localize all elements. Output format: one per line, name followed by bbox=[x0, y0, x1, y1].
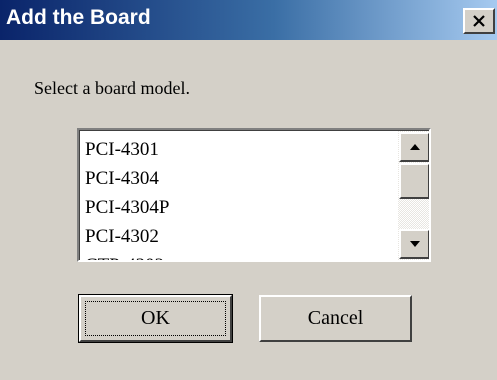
scroll-thumb[interactable] bbox=[399, 163, 429, 199]
close-button[interactable] bbox=[463, 8, 495, 34]
scroll-up-button[interactable] bbox=[399, 132, 429, 162]
select-board-prompt: Select a board model. bbox=[34, 78, 190, 98]
list-item[interactable]: PCI-4304 bbox=[85, 164, 395, 193]
arrow-down-icon bbox=[409, 235, 421, 253]
focus-rectangle bbox=[85, 301, 226, 336]
list-item[interactable]: PCI-4301 bbox=[85, 135, 395, 164]
ok-button[interactable]: OK bbox=[78, 294, 233, 343]
title-bar[interactable]: Add the Board bbox=[0, 0, 497, 40]
cancel-button-label: Cancel bbox=[307, 307, 364, 329]
board-model-listbox[interactable]: PCI-4301 PCI-4304 PCI-4304P PCI-4302 CTP… bbox=[77, 128, 431, 262]
vertical-scrollbar[interactable] bbox=[398, 131, 429, 260]
list-item[interactable]: PCI-4302 bbox=[85, 222, 395, 251]
cancel-button[interactable]: Cancel bbox=[259, 295, 412, 342]
board-model-list: PCI-4301 PCI-4304 PCI-4304P PCI-4302 CTP… bbox=[85, 135, 395, 260]
dialog-title: Add the Board bbox=[6, 6, 151, 29]
add-board-dialog: Add the Board Select a board model. PCI-… bbox=[0, 0, 497, 380]
arrow-up-icon bbox=[409, 138, 421, 156]
list-item[interactable]: PCI-4304P bbox=[85, 193, 395, 222]
close-icon bbox=[472, 15, 486, 27]
list-item[interactable]: CTP-4302 bbox=[85, 251, 395, 260]
scroll-down-button[interactable] bbox=[399, 229, 429, 259]
